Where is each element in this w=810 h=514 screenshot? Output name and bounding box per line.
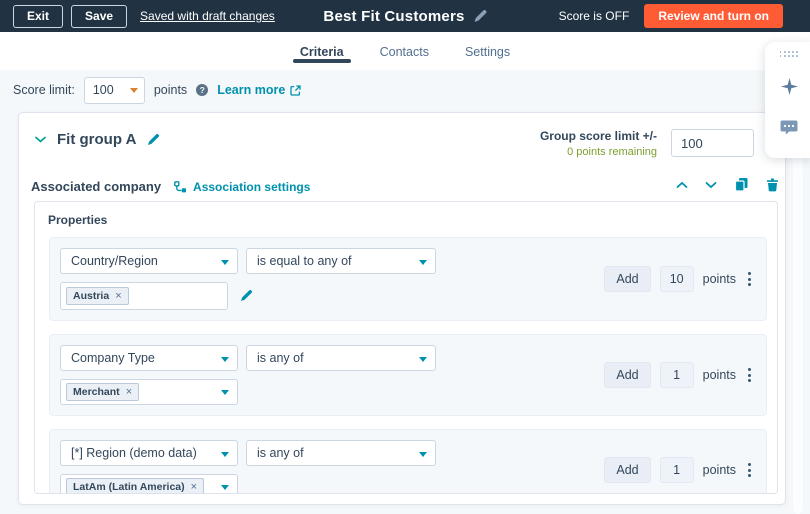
properties-label: Properties — [48, 213, 108, 227]
value-tag[interactable]: Austria × — [66, 287, 129, 305]
chevron-down-icon — [221, 260, 229, 265]
tab-bar: Criteria Contacts Settings — [0, 32, 810, 70]
page-title-wrap: Best Fit Customers — [323, 7, 487, 25]
property-row-company-type: Company Type is any of Merchant × Add 1 … — [49, 334, 767, 416]
copilot-sparkle-icon[interactable] — [780, 77, 798, 100]
tab-settings[interactable]: Settings — [465, 32, 510, 70]
add-points-button[interactable]: Add — [604, 362, 651, 388]
edit-title-pencil-icon[interactable] — [474, 9, 487, 23]
info-icon[interactable]: ? — [196, 84, 209, 96]
drag-handle-icon[interactable] — [779, 51, 799, 57]
operator-select[interactable]: is any of — [246, 440, 436, 466]
value-multiselect[interactable]: LatAm (Latin America) × — [60, 474, 238, 493]
property-row-country: Country/Region is equal to any of Austri… — [49, 237, 767, 321]
association-icon — [174, 180, 187, 192]
delete-group-trash-icon[interactable] — [766, 178, 779, 192]
learn-more-label: Learn more — [217, 83, 286, 97]
points-value-input[interactable]: 10 — [659, 266, 694, 292]
value-tag-label: LatAm (Latin America) — [73, 481, 185, 493]
group-header: Fit group A — [35, 131, 160, 148]
top-bar: Exit Save Saved with draft changes Best … — [0, 0, 810, 32]
exit-button[interactable]: Exit — [13, 4, 64, 28]
property-select[interactable]: Company Type — [60, 345, 238, 371]
group-name: Fit group A — [57, 131, 137, 148]
operator-select[interactable]: is equal to any of — [246, 248, 436, 274]
review-turn-on-button[interactable]: Review and turn on — [644, 4, 783, 28]
operator-select[interactable]: is any of — [246, 345, 436, 371]
points-label: points — [702, 368, 736, 382]
score-limit-bar: Score limit: 100 points ? Learn more — [13, 70, 301, 110]
chevron-down-icon — [419, 357, 427, 362]
properties-container: Properties Country/Region is equal to an… — [34, 201, 778, 494]
remove-tag-icon[interactable]: × — [126, 386, 132, 398]
property-select[interactable]: Country/Region — [60, 248, 238, 274]
collapse-chevron-icon[interactable] — [35, 136, 46, 143]
value-tag-label: Austria — [73, 290, 110, 302]
remove-tag-icon[interactable]: × — [191, 481, 197, 493]
floating-tool-panel — [765, 42, 810, 158]
value-multiselect[interactable]: Merchant × — [60, 379, 238, 405]
points-label: points — [702, 463, 736, 477]
group-score-limit-input[interactable] — [671, 129, 754, 157]
topbar-right: Score is OFF Review and turn on — [559, 0, 783, 32]
value-input[interactable]: Austria × — [60, 282, 228, 310]
property-select-value: Country/Region — [71, 254, 158, 268]
tab-criteria[interactable]: Criteria — [292, 32, 351, 70]
points-value-input[interactable]: 1 — [659, 362, 694, 388]
row-options-kebab[interactable] — [745, 269, 754, 289]
move-down-chevron-icon[interactable] — [705, 181, 717, 189]
edit-value-pencil-icon[interactable] — [240, 290, 252, 302]
add-points-button[interactable]: Add — [604, 457, 651, 483]
chevron-down-icon — [221, 390, 229, 395]
move-up-chevron-icon[interactable] — [676, 181, 688, 189]
group-toolbar — [676, 177, 779, 192]
add-points-button[interactable]: Add — [604, 266, 651, 292]
chevron-down-icon — [221, 452, 229, 457]
points-remaining-text: 0 points remaining — [567, 146, 657, 158]
score-limit-select[interactable]: 100 — [83, 76, 145, 104]
property-select-value: [*] Region (demo data) — [71, 446, 197, 460]
association-settings-link[interactable]: Association settings — [174, 180, 310, 194]
chevron-down-icon — [129, 87, 138, 93]
chevron-down-icon — [419, 260, 427, 265]
value-tag-label: Merchant — [73, 386, 120, 398]
property-select-value: Company Type — [71, 351, 155, 365]
points-label: points — [702, 272, 736, 286]
association-settings-label: Association settings — [193, 179, 311, 194]
property-row-region: [*] Region (demo data) is any of LatAm (… — [49, 429, 767, 493]
tab-contacts[interactable]: Contacts — [380, 32, 429, 70]
score-limit-label: Score limit: — [13, 83, 75, 97]
chevron-down-icon — [221, 357, 229, 362]
value-tag[interactable]: LatAm (Latin America) × — [66, 478, 205, 493]
property-select[interactable]: [*] Region (demo data) — [60, 440, 238, 466]
chevron-down-icon — [221, 485, 229, 490]
score-editor-page: Exit Save Saved with draft changes Best … — [0, 0, 810, 514]
association-row: Associated company Association settings — [31, 179, 310, 194]
group-score-limit-label: Group score limit +/- — [539, 129, 657, 143]
row-options-kebab[interactable] — [745, 365, 754, 385]
operator-select-value: is any of — [257, 446, 304, 460]
score-status-text: Score is OFF — [558, 9, 630, 23]
row-options-kebab[interactable] — [745, 460, 754, 480]
points-value-input[interactable]: 1 — [659, 457, 694, 483]
save-button[interactable]: Save — [71, 4, 128, 28]
score-limit-points-label: points — [153, 83, 188, 97]
chevron-down-icon — [419, 452, 427, 457]
edit-group-pencil-icon[interactable] — [147, 133, 160, 146]
remove-tag-icon[interactable]: × — [115, 290, 121, 302]
comments-icon[interactable] — [780, 120, 798, 141]
draft-status-link[interactable]: Saved with draft changes — [140, 9, 275, 23]
value-tag[interactable]: Merchant × — [66, 383, 140, 401]
associated-company-label: Associated company — [31, 179, 162, 194]
operator-select-value: is equal to any of — [257, 254, 352, 268]
page-title: Best Fit Customers — [323, 7, 465, 25]
score-limit-value: 100 — [92, 83, 114, 97]
operator-select-value: is any of — [257, 351, 304, 365]
clone-group-icon[interactable] — [734, 177, 749, 192]
external-link-icon — [290, 84, 301, 96]
group-score-limit-block: Group score limit +/- 0 points remaining — [540, 129, 657, 158]
learn-more-link[interactable]: Learn more — [217, 83, 301, 97]
fit-group-card: Fit group A Group score limit +/- 0 poin… — [18, 112, 786, 505]
